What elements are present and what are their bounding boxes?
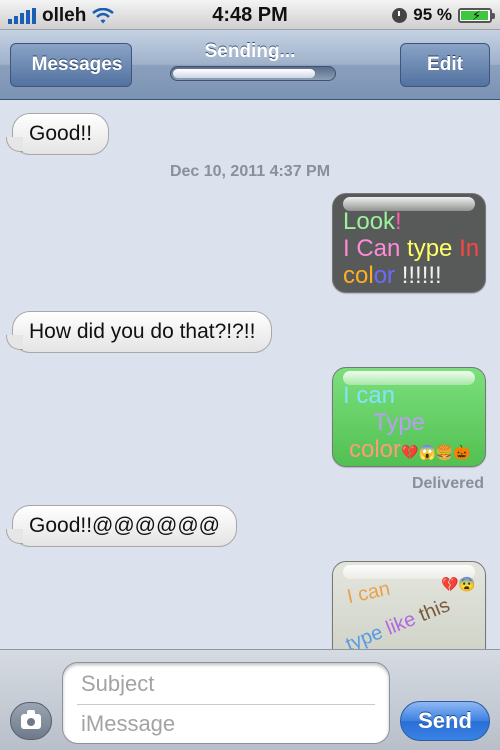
colored-text-segment: I can (343, 382, 396, 409)
sent-image-message[interactable]: Look! I Can type In color !!!!!! (332, 193, 486, 293)
message-timestamp: Dec 10, 2011 4:37 PM (169, 163, 331, 180)
status-right: 95 % ⚡ (392, 5, 495, 25)
camera-button[interactable] (10, 702, 52, 740)
battery-percent: 95 % (413, 5, 452, 24)
subject-field[interactable]: Subject (81, 671, 154, 697)
colored-text-segment: 💔😱🍔🎃 (401, 444, 471, 460)
message-field[interactable]: iMessage (81, 711, 175, 737)
colored-text-line: Look! (343, 208, 402, 236)
colored-text-segment: Type (373, 409, 426, 436)
nav-title: Sending... (204, 41, 296, 62)
navigation-bar: Messages Sending... Edit (0, 30, 500, 100)
colored-text-line: color !!!!!! (343, 262, 442, 290)
received-message[interactable]: Good!! (5, 113, 110, 155)
colored-text-segment: this (410, 594, 454, 629)
status-bar: olleh 4:48 PM 95 % ⚡ (0, 0, 500, 30)
message-input-box[interactable]: Subject iMessage (62, 662, 390, 744)
colored-text-line: I can (345, 578, 392, 610)
colored-text-segment: col (343, 262, 374, 289)
sending-progress-bar (170, 66, 336, 81)
colored-text-segment: ! (395, 208, 402, 235)
colored-text-segment: type (407, 235, 460, 262)
back-button[interactable]: Messages (10, 43, 132, 87)
colored-text-segment: In (459, 235, 480, 262)
message-thread[interactable]: Good!! Dec 10, 2011 4:37 PM Look! I Can t… (0, 101, 500, 649)
colored-text-line: color💔😱🍔🎃 (349, 436, 471, 464)
edit-button[interactable]: Edit (400, 43, 490, 87)
charging-bolt-icon: ⚡ (472, 7, 482, 23)
received-message[interactable]: Good!!@@@@@@ (6, 505, 237, 547)
colored-text-line: Type (373, 409, 425, 437)
colored-text-segment: I can (345, 577, 393, 609)
alarm-clock-icon (392, 7, 408, 23)
colored-text-segment: color (349, 436, 402, 463)
sent-image-message[interactable]: I can type like this 💔😨 (332, 561, 486, 649)
sending-progress-fill (173, 69, 316, 78)
colored-text-segment: !!!!!! (401, 262, 442, 289)
camera-icon (21, 709, 41, 729)
colored-text-segment: I Can (343, 235, 408, 262)
colored-text-segment: or (373, 262, 402, 289)
field-divider (77, 704, 375, 705)
battery-icon: ⚡ (458, 7, 495, 23)
received-message[interactable]: How did you do that?!?!! (5, 311, 273, 353)
colored-text-line: I can (343, 382, 395, 410)
emoji-line: 💔😨 (441, 576, 476, 592)
delivered-status: Delivered (411, 475, 484, 492)
colored-text-segment: Look (343, 208, 396, 235)
sent-image-message[interactable]: I can Type color💔😱🍔🎃 (332, 367, 486, 467)
send-button[interactable]: Send (400, 701, 490, 741)
colored-text-line: I Can type In (343, 235, 479, 263)
compose-bar: Subject iMessage Send (0, 649, 500, 750)
